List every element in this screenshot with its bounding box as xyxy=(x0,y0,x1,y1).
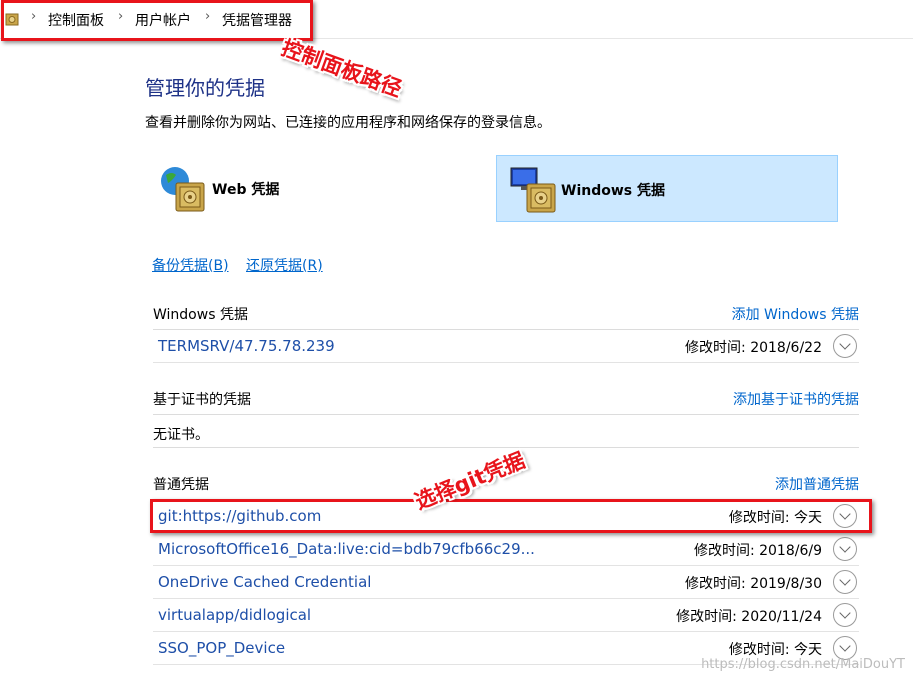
expand-chevron-icon[interactable] xyxy=(833,603,857,627)
windows-credentials-icon xyxy=(510,167,556,213)
windows-credentials-section-title: Windows 凭据 xyxy=(153,307,248,323)
credential-row[interactable]: OneDrive Cached Credential 修改时间: 2019/8/… xyxy=(153,566,859,598)
annotation-box-path xyxy=(1,0,313,41)
divider xyxy=(153,414,859,415)
windows-credentials-label: Windows 凭据 xyxy=(561,183,665,199)
restore-credentials-link[interactable]: 还原凭据(R) xyxy=(246,255,323,275)
add-generic-credential-link[interactable]: 添加普通凭据 xyxy=(775,474,859,494)
credential-modified: 修改时间: 2018/6/9 xyxy=(693,543,822,559)
divider xyxy=(153,362,859,363)
credential-row[interactable]: virtualapp/didlogical 修改时间: 2020/11/24 xyxy=(153,599,859,631)
certificate-credentials-section-title: 基于证书的凭据 xyxy=(153,392,251,408)
credential-name[interactable]: MicrosoftOffice16_Data:live:cid=bdb79cfb… xyxy=(158,540,535,558)
watermark: https://blog.csdn.net/MaiDouYT xyxy=(701,657,905,672)
credential-modified: 修改时间: 2019/8/30 xyxy=(685,576,822,592)
page-description: 查看并删除你为网站、已连接的应用程序和网络保存的登录信息。 xyxy=(145,115,551,131)
credential-modified: 修改时间: 今天 xyxy=(728,642,822,658)
windows-credentials-tile[interactable]: Windows 凭据 xyxy=(496,155,838,222)
credential-modified: 修改时间: 2018/6/22 xyxy=(685,340,822,356)
web-credentials-icon xyxy=(161,167,205,212)
add-certificate-credential-link[interactable]: 添加基于证书的凭据 xyxy=(733,389,859,409)
expand-chevron-icon[interactable] xyxy=(833,537,857,561)
generic-credentials-section-title: 普通凭据 xyxy=(153,477,209,493)
expand-chevron-icon[interactable] xyxy=(833,334,857,358)
no-certificates-text: 无证书。 xyxy=(153,427,209,443)
credential-name[interactable]: virtualapp/didlogical xyxy=(158,606,311,624)
web-credentials-tile[interactable]: Web 凭据 xyxy=(155,155,485,222)
web-credentials-label: Web 凭据 xyxy=(212,182,280,198)
credential-row[interactable]: TERMSRV/47.75.78.239 修改时间: 2018/6/22 xyxy=(153,330,859,362)
credential-name[interactable]: SSO_POP_Device xyxy=(158,639,285,657)
annotation-box-git xyxy=(150,499,872,533)
annotation-path-label: 控制面板路径 xyxy=(278,35,406,102)
page-title: 管理你的凭据 xyxy=(145,76,265,100)
credential-row[interactable]: MicrosoftOffice16_Data:live:cid=bdb79cfb… xyxy=(153,533,859,565)
backup-credentials-link[interactable]: 备份凭据(B) xyxy=(152,255,229,275)
add-windows-credential-link[interactable]: 添加 Windows 凭据 xyxy=(732,304,859,324)
expand-chevron-icon[interactable] xyxy=(833,570,857,594)
credential-name[interactable]: OneDrive Cached Credential xyxy=(158,573,371,591)
credential-modified: 修改时间: 2020/11/24 xyxy=(676,609,822,625)
credential-name[interactable]: TERMSRV/47.75.78.239 xyxy=(158,337,335,355)
